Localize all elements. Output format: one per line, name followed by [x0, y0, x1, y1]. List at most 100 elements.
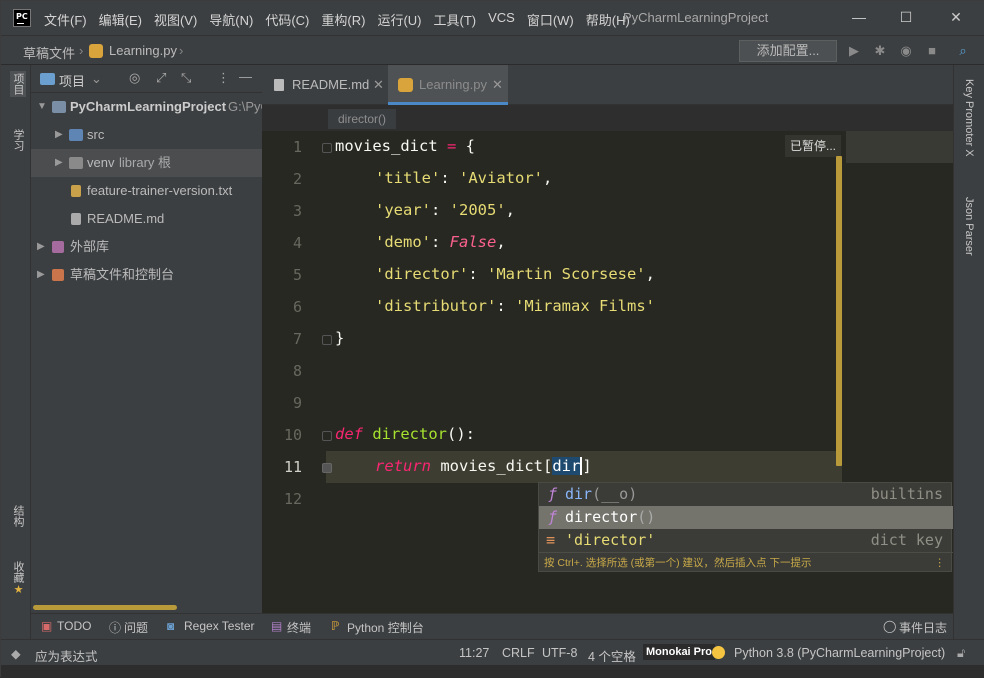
key-promoter-label: Key Promoter X [963, 79, 975, 157]
menu-code[interactable]: 代码(C) [265, 10, 309, 29]
completion-type: dict key [870, 531, 943, 549]
tree-item-scratches[interactable]: ▶ 草稿文件和控制台 [31, 261, 262, 289]
horizontal-scrollbar[interactable] [33, 605, 177, 610]
favorites-tool-tab[interactable]: 收藏★ [10, 561, 26, 596]
menu-edit[interactable]: 编辑(E) [99, 10, 142, 29]
menu-bar: 文件(F) 编辑(E) 视图(V) 导航(N) 代码(C) 重构(R) 运行(U… [44, 10, 642, 29]
maximize-icon[interactable]: ☐ [886, 5, 926, 29]
fold-marker-icon[interactable] [322, 431, 332, 441]
tab-readme[interactable]: README.md ✕ [262, 65, 386, 105]
completion-signature: () [637, 508, 656, 526]
tab-learning[interactable]: Learning.py ✕ [388, 65, 508, 105]
menu-run[interactable]: 运行(U) [377, 10, 421, 29]
run-icon[interactable]: ▶ [847, 44, 861, 58]
hide-panel-icon[interactable]: — [239, 69, 252, 84]
expand-all-icon[interactable]: ⤢ [156, 70, 166, 86]
expand-panels-icon[interactable]: ◆ [11, 646, 21, 661]
lock-icon[interactable]: 🔓︎ [957, 646, 965, 661]
token: (): [446, 425, 475, 443]
event-log-tab[interactable]: 事件日志 [899, 619, 947, 636]
tree-item-project-root[interactable]: ▼ PyCharmLearningProject G:\PyC [31, 93, 270, 121]
fold-marker-icon[interactable] [322, 335, 332, 345]
completion-name: 'director' [565, 531, 656, 549]
menu-vcs[interactable]: VCS [488, 10, 515, 29]
minimap[interactable] [846, 131, 953, 163]
problems-tab[interactable]: 问题 [124, 619, 148, 636]
todo-tab[interactable]: TODO [57, 619, 91, 633]
regex-tester-tab[interactable]: Regex Tester [184, 619, 254, 633]
token: , [496, 233, 506, 251]
tree-item-readme[interactable]: README.md [31, 205, 262, 233]
pycharm-logo-icon: PC [13, 9, 31, 27]
code-line-current: return movies_dict[dir] [375, 457, 592, 475]
structure-tool-tab[interactable]: 结构 [10, 505, 26, 527]
menu-view[interactable]: 视图(V) [154, 10, 197, 29]
python-console-tab[interactable]: Python 控制台 [347, 619, 424, 636]
folder-icon [52, 101, 66, 113]
project-tool-tab[interactable]: 项目 [10, 71, 26, 97]
tree-item-src[interactable]: ▶ src [31, 121, 262, 149]
search-icon[interactable]: ⌕ [956, 44, 970, 58]
chevron-right-icon: ▶ [55, 129, 63, 140]
dict-key-icon: ≡ [546, 531, 556, 549]
file-encoding[interactable]: UTF-8 [542, 646, 577, 660]
json-parser-tab[interactable]: Json Parser [963, 197, 975, 256]
fold-marker-icon[interactable] [322, 143, 332, 153]
breadcrumb-learning[interactable]: Learning.py [109, 43, 177, 58]
breadcrumb-scratches[interactable]: 草稿文件 [23, 43, 75, 62]
line-number: 7 [292, 330, 302, 348]
window-bottom-edge [1, 665, 984, 678]
more-options-icon[interactable]: ⋮ [935, 553, 946, 573]
collapse-all-icon[interactable]: ⤡ [181, 70, 191, 86]
indent-setting[interactable]: 4 个空格 [588, 646, 636, 665]
key-promoter-tab[interactable]: Key Promoter X [963, 79, 975, 157]
completion-item[interactable]: ≡ 'director' dict key [539, 529, 953, 552]
caret-position[interactable]: 11:27 [459, 646, 489, 660]
line-number: 10 [283, 426, 302, 444]
source-folder-icon [69, 129, 83, 141]
line-separator[interactable]: CRLF [502, 646, 535, 660]
theme-badge[interactable]: Monokai Pro [643, 644, 716, 660]
options-icon[interactable]: ⋮ [217, 70, 230, 86]
tree-label: README.md [87, 211, 165, 226]
code-line: 'director': 'Martin Scorsese', [375, 265, 655, 283]
menu-tools[interactable]: 工具(T) [433, 10, 476, 29]
completion-item-selected[interactable]: ƒ director() [539, 506, 953, 529]
token: } [335, 329, 345, 347]
tree-label: src [87, 127, 105, 142]
paused-button[interactable]: 已暂停... [785, 135, 841, 157]
chevron-right-icon: › [179, 43, 184, 58]
scratches-icon [52, 269, 64, 281]
python-interpreter[interactable]: Python 3.8 (PyCharmLearningProject) [734, 646, 945, 660]
chevron-down-icon[interactable]: ⌄ [91, 71, 102, 87]
close-icon[interactable]: ✕ [936, 5, 976, 29]
window-title: PyCharmLearningProject [623, 10, 769, 25]
debug-icon[interactable]: ✱ [873, 44, 887, 58]
token: 'distributor' [375, 297, 497, 315]
editor-breadcrumb[interactable]: director() [328, 109, 397, 129]
code-line: movies_dict = { [335, 137, 475, 155]
close-tab-icon[interactable]: ✕ [492, 65, 503, 105]
tree-item-venv[interactable]: ▶ venv library 根 [31, 149, 262, 177]
code-completion-popup: ƒ dir(__o) builtins ƒ director() ≡ 'dire… [538, 482, 953, 573]
menu-refactor[interactable]: 重构(R) [321, 10, 365, 29]
learn-tool-tab[interactable]: 学习 [10, 129, 26, 151]
vertical-scrollbar[interactable] [836, 156, 842, 466]
menu-window[interactable]: 窗口(W) [527, 10, 574, 29]
menu-file[interactable]: 文件(F) [44, 10, 87, 29]
chevron-right-icon: › [79, 43, 84, 58]
minimize-icon[interactable]: — [839, 5, 879, 29]
coverage-icon[interactable]: ◉ [899, 44, 913, 58]
stop-icon[interactable]: ■ [925, 44, 939, 58]
add-configuration-button[interactable]: 添加配置... [739, 40, 837, 62]
terminal-tab[interactable]: 终端 [287, 619, 311, 636]
fold-marker-icon[interactable] [322, 463, 332, 473]
locate-icon[interactable]: ◎ [129, 70, 140, 86]
project-panel-title[interactable]: 项目 [59, 71, 85, 90]
menu-navigate[interactable]: 导航(N) [209, 10, 253, 29]
tree-item-external-libraries[interactable]: ▶ 外部库 [31, 233, 262, 261]
close-tab-icon[interactable]: ✕ [373, 65, 384, 105]
completion-item[interactable]: ƒ dir(__o) builtins [539, 483, 953, 506]
tree-item-feature-trainer[interactable]: feature-trainer-version.txt [31, 177, 262, 205]
line-number: 1 [292, 138, 302, 156]
